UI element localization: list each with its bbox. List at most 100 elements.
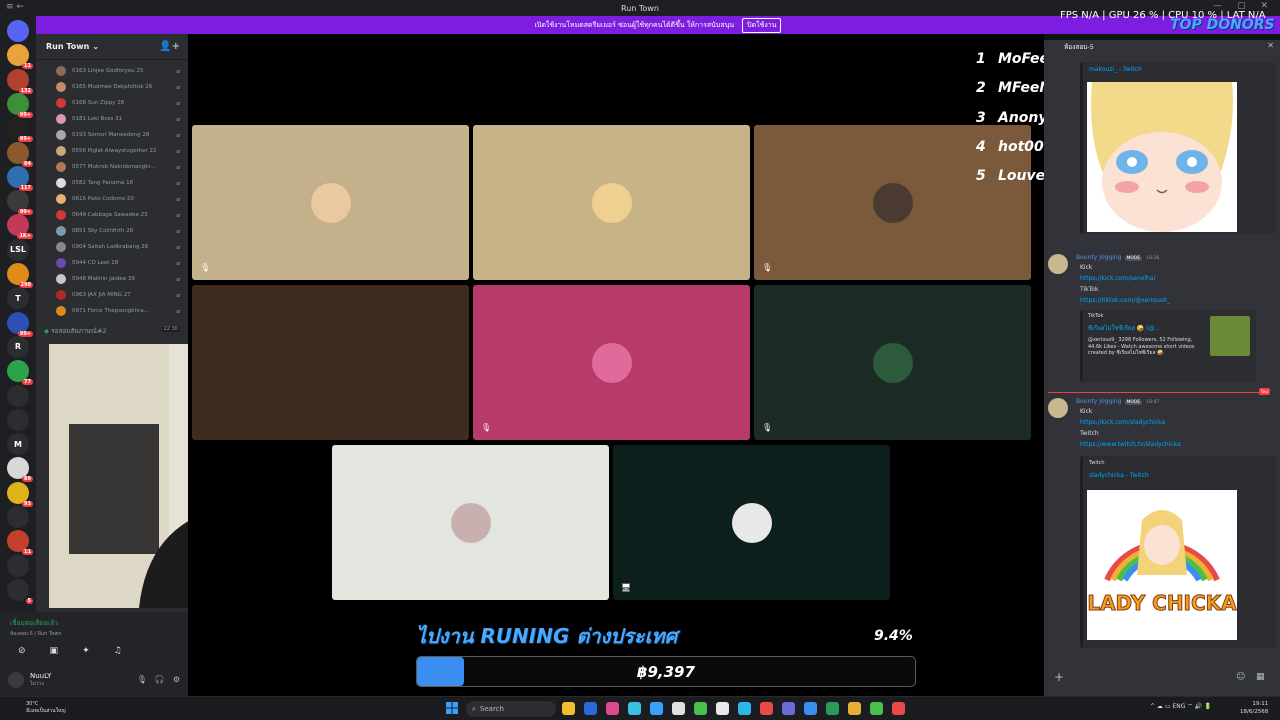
taskbar-app-icon[interactable] bbox=[738, 702, 751, 715]
title-bar-nav[interactable]: ≡ ← bbox=[6, 2, 24, 12]
server-icon[interactable]: 99+ bbox=[7, 117, 33, 143]
voice-channel-item[interactable]: ◆ รอสอบสัมภาษณ์#2 22 30 bbox=[44, 326, 184, 336]
voice-user[interactable]: 0616 Poko Codomo 20 ⌀ bbox=[56, 192, 184, 206]
apps-icon[interactable]: ▦ bbox=[1256, 672, 1265, 682]
message-link[interactable]: https://kick.com/senxlhai bbox=[1080, 275, 1155, 282]
server-icon[interactable] bbox=[7, 20, 29, 42]
server-icon[interactable]: 298 bbox=[7, 263, 33, 288]
weather-widget[interactable]: 30°C มีเมฆเป็นส่วนใหญ่ bbox=[26, 701, 66, 715]
participant-tile[interactable] bbox=[473, 125, 750, 280]
voice-user[interactable]: 0963 JAX JIA MING 27 ⌀ bbox=[56, 288, 184, 302]
server-icon[interactable] bbox=[7, 384, 29, 407]
participant-tile[interactable] bbox=[332, 445, 609, 600]
voice-user[interactable]: 0851 Sky Colinfirth 28 ⌀ bbox=[56, 224, 184, 238]
embed-title[interactable]: makouzi_ - Twitch bbox=[1083, 62, 1276, 77]
message-link[interactable]: https://kick.com/sladychicka bbox=[1080, 419, 1165, 426]
voice-user[interactable]: 0181 Loki Boss 31 ⌀ bbox=[56, 112, 184, 126]
server-icon[interactable]: 93 bbox=[7, 481, 33, 507]
server-icon[interactable]: 77 bbox=[7, 360, 33, 386]
microphone-icon[interactable]: 🎙 bbox=[137, 675, 147, 684]
avatar[interactable] bbox=[1048, 398, 1068, 418]
server-icon[interactable]: 99+ bbox=[7, 311, 33, 337]
participant-tile[interactable] bbox=[192, 285, 469, 440]
avatar[interactable] bbox=[8, 671, 24, 688]
participant-tile[interactable]: 🖥 bbox=[613, 445, 890, 600]
embed-thumbnail[interactable] bbox=[1210, 316, 1250, 356]
taskbar-app-icon[interactable] bbox=[892, 702, 905, 715]
voice-user[interactable]: 0556 Piglet Alwaystogether 22 ⌀ bbox=[56, 144, 184, 158]
voice-user[interactable]: 0193 Somsri Maneedeng 28 ⌀ bbox=[56, 128, 184, 142]
participant-tile[interactable]: 🎙 bbox=[192, 125, 469, 280]
server-icon[interactable]: 117 bbox=[7, 165, 33, 191]
guild-header[interactable]: Run Town ⌄ 👤+ bbox=[36, 34, 188, 60]
taskbar-app-icon[interactable] bbox=[716, 702, 729, 715]
message-link[interactable]: https://tiktok.com/@xerious9_ bbox=[1080, 297, 1170, 304]
headphones-icon[interactable]: 🎧 bbox=[155, 675, 165, 684]
voice-user[interactable]: 0971 Force Thepsongkhra... ⌀ bbox=[56, 304, 184, 318]
embed-title[interactable]: sladychicka - Twitch bbox=[1083, 466, 1276, 483]
add-attachment-icon[interactable]: + bbox=[1054, 670, 1064, 684]
voice-user[interactable]: 0163 Linjee Godforyou 25 ⌀ bbox=[56, 64, 184, 78]
server-icon[interactable]: 89 bbox=[7, 457, 33, 483]
voice-user[interactable]: 0582 Tang Panama 18 ⌀ bbox=[56, 176, 184, 190]
voice-user[interactable]: 0577 Mukrob Nakrobmangkr... ⌀ bbox=[56, 160, 184, 174]
taskbar-app-icon[interactable] bbox=[804, 702, 817, 715]
taskbar-app-icon[interactable] bbox=[870, 702, 883, 715]
voice-user[interactable]: 0649 Cabbage Sawadee 23 ⌀ bbox=[56, 208, 184, 222]
taskbar-app-icon[interactable] bbox=[650, 702, 663, 715]
invite-user-icon[interactable]: 👤+ bbox=[159, 41, 180, 52]
embed-image[interactable]: LADY CHICKA bbox=[1087, 490, 1237, 640]
emoji-icon[interactable]: ☺ bbox=[1236, 672, 1245, 682]
server-icon[interactable]: M bbox=[7, 433, 29, 456]
participant-tile[interactable]: 🎙 bbox=[754, 285, 1031, 440]
message-author[interactable]: Bounty Jogging bbox=[1076, 254, 1122, 261]
voice-user[interactable]: 0948 Makhin Jaidee 39 ⌀ bbox=[56, 272, 184, 286]
voice-user[interactable]: 0944 CD Leet 18 ⌀ bbox=[56, 256, 184, 270]
server-icon[interactable] bbox=[7, 506, 29, 528]
taskbar-app-icon[interactable] bbox=[826, 702, 839, 715]
participant-tile[interactable]: 🎙 bbox=[473, 285, 750, 440]
camera-off-icon[interactable]: ⊘ bbox=[18, 646, 26, 656]
gear-icon[interactable]: ⚙ bbox=[173, 675, 180, 684]
taskbar-clock[interactable]: 19:11 18/6/2568 bbox=[1240, 700, 1268, 716]
server-icon[interactable]: LSL bbox=[7, 238, 29, 261]
voice-connected-status[interactable]: เชื่อมต่อเสียงแล้ว bbox=[10, 618, 178, 628]
taskbar-app-icon[interactable] bbox=[848, 702, 861, 715]
taskbar-app-icon[interactable] bbox=[782, 702, 795, 715]
server-icon[interactable]: 84 bbox=[7, 141, 33, 167]
screen-share-icon[interactable]: ▣ bbox=[50, 646, 59, 656]
taskbar-app-icon[interactable] bbox=[606, 702, 619, 715]
system-tray[interactable]: ^ ☁ ▭ ENG ⌔ 🔊 🔋 bbox=[1150, 702, 1212, 710]
close-icon[interactable]: ✕ bbox=[1267, 41, 1274, 50]
taskbar-app-icon[interactable] bbox=[584, 702, 597, 715]
voice-user[interactable]: 0165 Mudmee Dekphittok 26 ⌀ bbox=[56, 80, 184, 94]
server-icon[interactable] bbox=[7, 408, 29, 431]
taskbar-search[interactable]: ⌕ Search bbox=[466, 701, 556, 717]
message-author[interactable]: Bounty Jogging bbox=[1076, 398, 1122, 405]
server-icon[interactable]: 11 bbox=[7, 44, 33, 70]
server-icon[interactable]: T bbox=[7, 287, 29, 310]
server-icon[interactable]: 1K+ bbox=[7, 214, 33, 240]
server-icon[interactable]: 132 bbox=[7, 68, 33, 94]
embed-image[interactable] bbox=[1087, 82, 1237, 232]
server-icon[interactable]: 99+ bbox=[7, 92, 33, 118]
taskbar-app-icon[interactable] bbox=[628, 702, 641, 715]
soundboard-icon[interactable]: ♫ bbox=[114, 646, 122, 656]
taskbar-app-icon[interactable] bbox=[672, 702, 685, 715]
taskbar-app-icon[interactable] bbox=[760, 702, 773, 715]
embed-title[interactable]: ซีเรียสไม่ใช่ซีเรียส 🤪 (@... bbox=[1083, 319, 1203, 333]
activities-icon[interactable]: ✦ bbox=[82, 646, 90, 656]
server-icon[interactable]: 11 bbox=[7, 530, 33, 556]
voice-user[interactable]: 0168 Sun Zippy 28 ⌀ bbox=[56, 96, 184, 110]
server-icon[interactable]: 99+ bbox=[7, 190, 33, 216]
disable-streamer-mode-button[interactable]: ปิดใช้งาน bbox=[742, 17, 782, 33]
message-link[interactable]: https://www.twitch.tv/sladychicka bbox=[1080, 441, 1181, 448]
server-icon[interactable] bbox=[7, 554, 29, 577]
taskbar-app-icon[interactable] bbox=[562, 702, 575, 715]
server-icon[interactable]: 5 bbox=[7, 578, 33, 604]
voice-user[interactable]: 0904 Saitah Ladkrabang 26 ⌀ bbox=[56, 240, 184, 254]
avatar[interactable] bbox=[1048, 254, 1068, 274]
taskbar-app-icon[interactable] bbox=[694, 702, 707, 715]
windows-start-icon[interactable] bbox=[446, 702, 458, 714]
server-icon[interactable]: R bbox=[7, 335, 29, 358]
